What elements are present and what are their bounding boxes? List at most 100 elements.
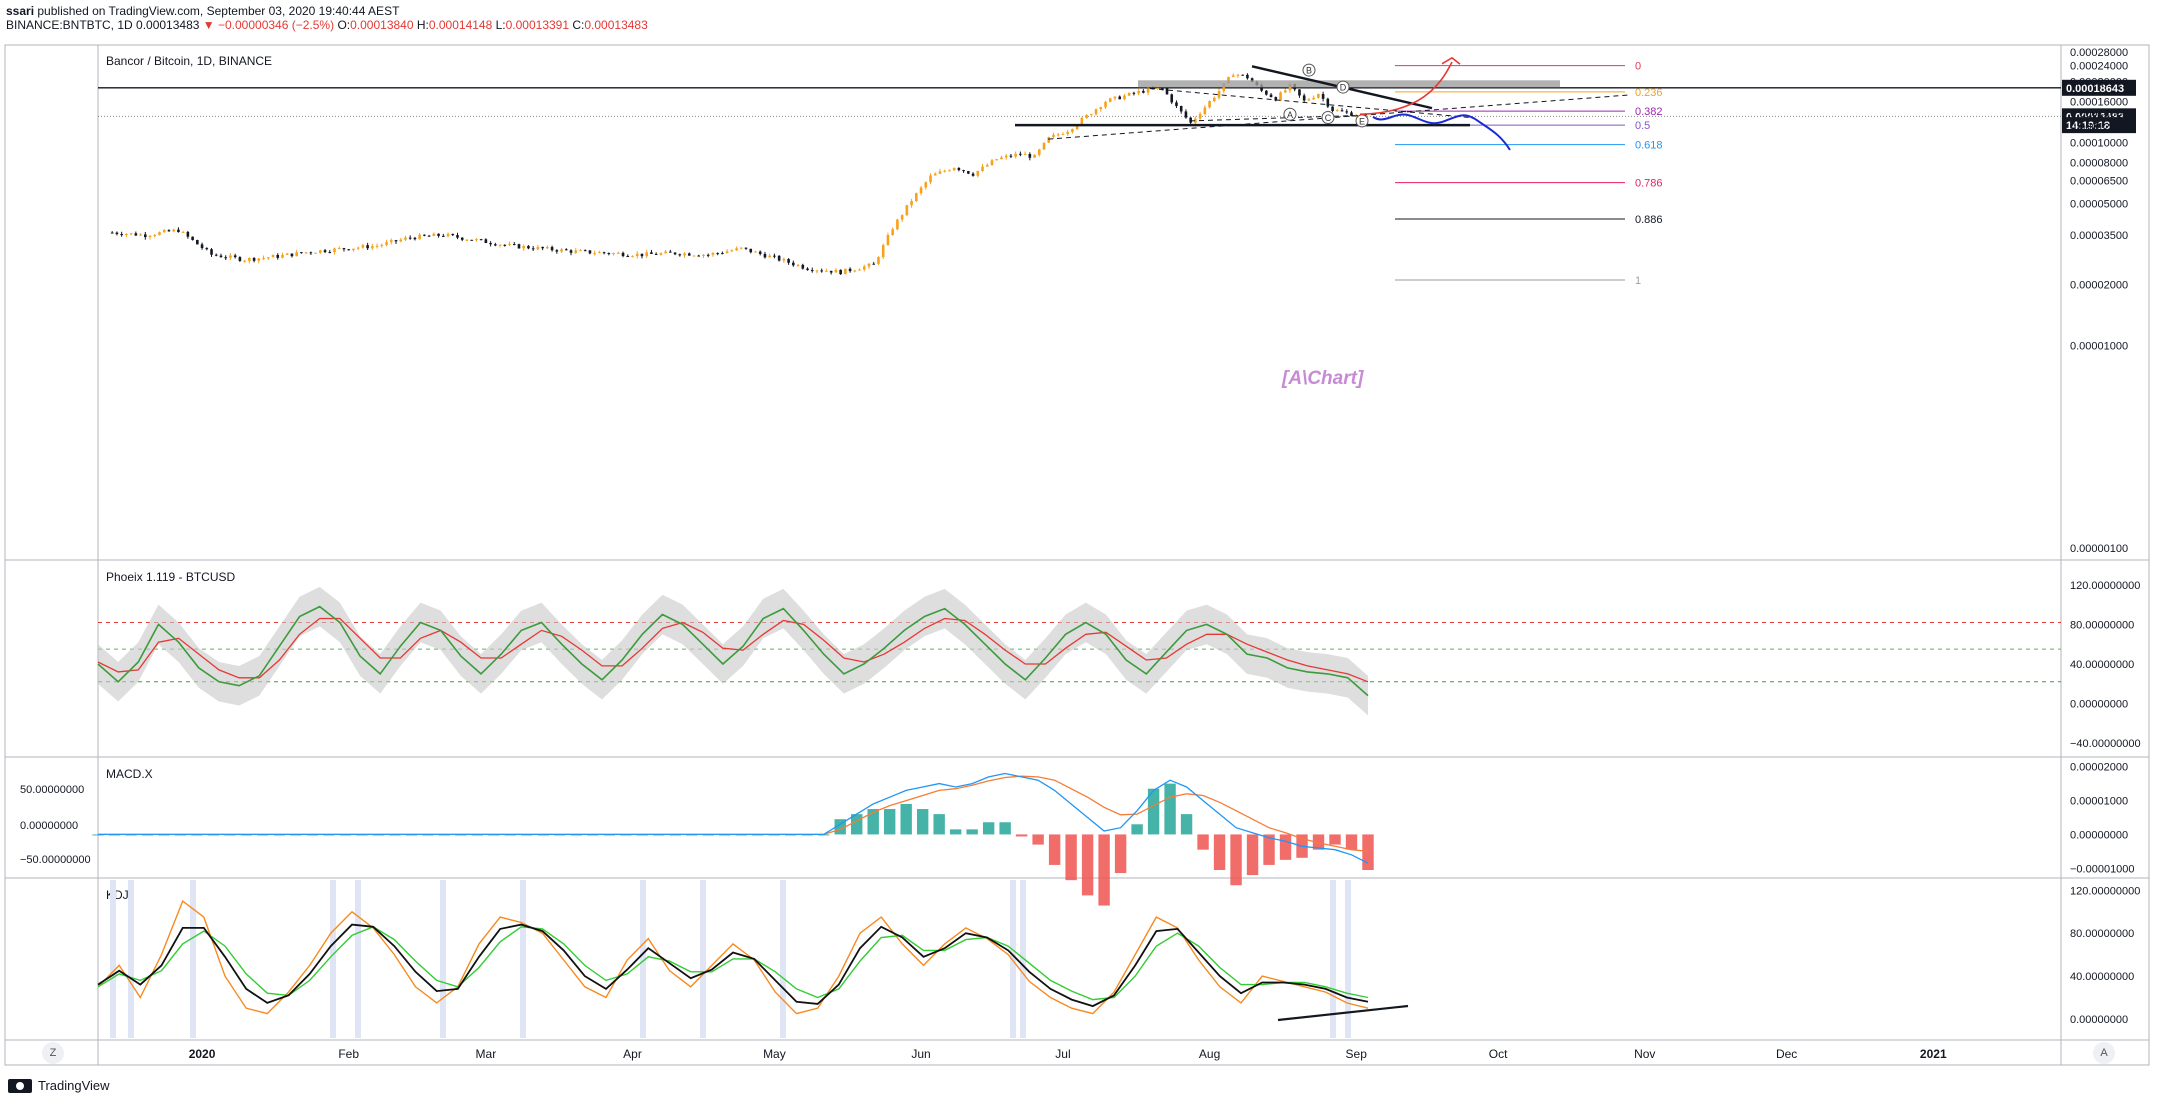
candle-body xyxy=(243,260,246,262)
candle-body xyxy=(1071,129,1074,132)
candle-body xyxy=(300,252,303,254)
candle-body xyxy=(617,252,620,254)
candle-body xyxy=(456,235,459,238)
candle-body xyxy=(749,248,753,253)
axes: 0.00028000 0.00024000 0.00020000 0.00016000… xyxy=(189,47,2128,1061)
candle-body xyxy=(134,233,138,236)
candle-body xyxy=(924,182,928,188)
time-axis-label: Sep xyxy=(1346,1047,1368,1061)
candle-body xyxy=(1056,134,1060,136)
chart-canvas[interactable]: Bancor / Bitcoin, 1D, BINANCE Phoeix 1.1… xyxy=(0,40,2158,1115)
candle-body xyxy=(550,247,554,251)
candle-body xyxy=(1246,74,1249,79)
candle-body xyxy=(129,233,133,235)
candle-body xyxy=(1321,94,1325,99)
macd-histogram-bar xyxy=(1114,834,1127,874)
kdj-highlight-band xyxy=(110,880,116,1038)
timezone-button[interactable]: Z xyxy=(42,1042,64,1064)
candle-body xyxy=(1113,96,1117,99)
candle-body xyxy=(607,253,611,255)
candle-body xyxy=(172,229,175,232)
phoeix-tick-label: 0.00000000 xyxy=(2070,699,2128,711)
candle-body xyxy=(186,231,190,237)
candle-body xyxy=(1047,137,1051,143)
candle-body xyxy=(1217,91,1221,98)
kdj-tick-label: 40.00000000 xyxy=(2070,971,2134,983)
kdj-k-line xyxy=(97,899,1369,1015)
candle-body xyxy=(1269,94,1273,98)
macd-signal-line xyxy=(98,775,1369,853)
candle-body xyxy=(621,252,625,257)
price-tick-label: 0.00010000 xyxy=(2070,138,2128,150)
candle-body xyxy=(773,255,776,257)
candle-body xyxy=(1340,110,1344,112)
candle-body xyxy=(702,254,705,256)
candle-body xyxy=(427,235,431,237)
candle-body xyxy=(905,205,909,216)
candle-body xyxy=(1085,115,1088,118)
fib-level-label: 0 xyxy=(1635,61,1641,73)
candle-body xyxy=(711,253,715,255)
phoeix-tick-label: −40.00000000 xyxy=(2070,738,2141,750)
candle-body xyxy=(650,252,653,254)
candle-body xyxy=(555,250,559,252)
macd-histogram-bar xyxy=(900,803,912,835)
candle-body xyxy=(967,171,970,174)
candle-body xyxy=(635,253,639,257)
candle-body xyxy=(598,252,601,254)
wave-label: C xyxy=(1325,113,1332,123)
candle-body xyxy=(1104,101,1107,108)
phoeix-pane-title: Phoeix 1.119 - BTCUSD xyxy=(106,570,235,584)
candle-body xyxy=(375,245,379,247)
kdj-highlight-band xyxy=(190,880,196,1038)
candle-body xyxy=(583,250,587,252)
candle-body xyxy=(919,187,923,194)
candle-body xyxy=(730,250,734,252)
falling-trend-dashed xyxy=(1149,87,1471,119)
macd-histogram-bar xyxy=(933,814,945,835)
candle-body xyxy=(612,253,615,255)
macd-histogram-bar xyxy=(883,809,896,835)
candle-body xyxy=(224,257,228,259)
candle-body xyxy=(304,252,308,254)
auto-scale-button[interactable]: A xyxy=(2093,1042,2115,1064)
candle-body xyxy=(1335,110,1339,112)
candle-body xyxy=(446,234,450,237)
publisher-name[interactable]: ssari xyxy=(6,4,34,18)
candle-body xyxy=(631,256,634,258)
candle-body xyxy=(1307,99,1311,101)
candle-body xyxy=(489,243,492,245)
kdj-highlight-band xyxy=(128,880,134,1038)
candle-body xyxy=(541,246,544,249)
kdj-pane-title: KDJ xyxy=(106,888,129,902)
price-tick-label: 0.00012000 xyxy=(2070,122,2128,134)
candle-body xyxy=(527,245,530,249)
footer-brand-label[interactable]: TradingView xyxy=(38,1078,110,1093)
candle-body xyxy=(394,240,398,242)
candle-body xyxy=(498,244,502,246)
candle-body xyxy=(413,237,417,240)
macd-tick-label: −0.00001000 xyxy=(2070,863,2135,875)
macd-left-tick-label: 0.00000000 xyxy=(20,820,78,832)
candle-body xyxy=(219,255,223,258)
kdj-highlight-band xyxy=(355,880,361,1038)
time-axis-label: Aug xyxy=(1199,1047,1220,1061)
candle-body xyxy=(985,165,989,167)
macd-histogram-bar xyxy=(1197,834,1209,850)
candle-body xyxy=(858,269,861,271)
candle-body xyxy=(602,252,606,254)
candle-body xyxy=(867,263,871,267)
macd-histogram-bar xyxy=(982,822,995,835)
candle-body xyxy=(1108,98,1112,102)
candle-body xyxy=(342,248,346,250)
candle-body xyxy=(432,233,436,237)
candle-body xyxy=(1175,102,1178,107)
candle-body xyxy=(1279,92,1282,101)
price-tick-label: 0.00024000 xyxy=(2070,61,2128,73)
candle-body xyxy=(1127,92,1131,96)
candle-body xyxy=(309,252,313,254)
candle-body xyxy=(1189,117,1192,123)
candle-body xyxy=(806,268,809,271)
candle-body xyxy=(1331,106,1334,112)
fib-level-label: 0.5 xyxy=(1635,120,1650,132)
